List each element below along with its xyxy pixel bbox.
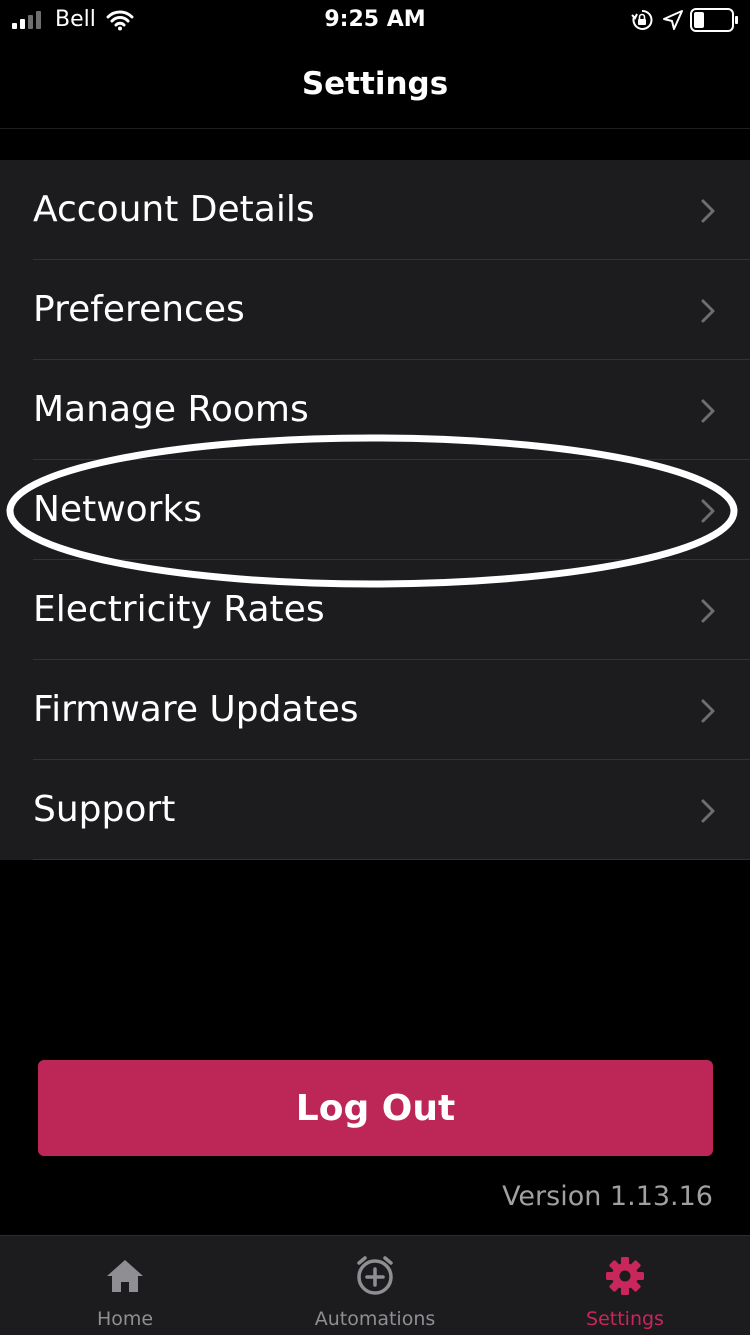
settings-item-label: Firmware Updates	[33, 689, 359, 730]
settings-item-label: Manage Rooms	[33, 389, 309, 430]
tab-label: Settings	[586, 1308, 664, 1330]
settings-item-preferences[interactable]: Preferences	[0, 260, 750, 360]
settings-item-firmware-updates[interactable]: Firmware Updates	[0, 660, 750, 760]
tab-label: Automations	[314, 1308, 436, 1330]
chevron-right-icon	[701, 499, 715, 523]
settings-item-electricity-rates[interactable]: Electricity Rates	[0, 560, 750, 660]
app-version: Version 1.13.16	[502, 1181, 713, 1212]
orientation-lock-icon	[631, 9, 653, 30]
log-out-button[interactable]: Log Out	[38, 1060, 713, 1156]
settings-item-networks[interactable]: Networks	[0, 460, 750, 560]
settings-item-label: Electricity Rates	[33, 589, 325, 630]
chevron-right-icon	[701, 399, 715, 423]
tab-home[interactable]: Home	[0, 1236, 250, 1335]
chevron-right-icon	[701, 599, 715, 623]
tab-automations[interactable]: Automations	[250, 1236, 500, 1335]
settings-item-manage-rooms[interactable]: Manage Rooms	[0, 360, 750, 460]
settings-list: Account Details Preferences Manage Rooms…	[0, 160, 750, 860]
settings-item-label: Support	[33, 789, 176, 830]
tab-settings[interactable]: Settings	[500, 1236, 750, 1335]
page-title: Settings	[301, 66, 449, 102]
settings-item-support[interactable]: Support	[0, 760, 750, 860]
nav-header: Settings	[0, 40, 750, 129]
settings-item-account-details[interactable]: Account Details	[0, 160, 750, 260]
home-icon	[107, 1260, 143, 1292]
chevron-right-icon	[701, 699, 715, 723]
location-arrow-icon	[663, 10, 683, 30]
status-bar: Bell 9:25 AM	[0, 0, 750, 40]
chevron-right-icon	[701, 299, 715, 323]
battery-icon	[690, 8, 738, 32]
settings-item-label: Preferences	[33, 289, 245, 330]
settings-item-label: Account Details	[33, 189, 315, 230]
alarm-add-icon	[357, 1256, 393, 1295]
settings-item-label: Networks	[33, 489, 203, 530]
chevron-right-icon	[701, 199, 715, 223]
chevron-right-icon	[701, 799, 715, 823]
tab-bar: Home Automations Settings	[0, 1235, 750, 1335]
tab-label: Home	[96, 1308, 154, 1330]
gear-icon	[606, 1257, 644, 1295]
